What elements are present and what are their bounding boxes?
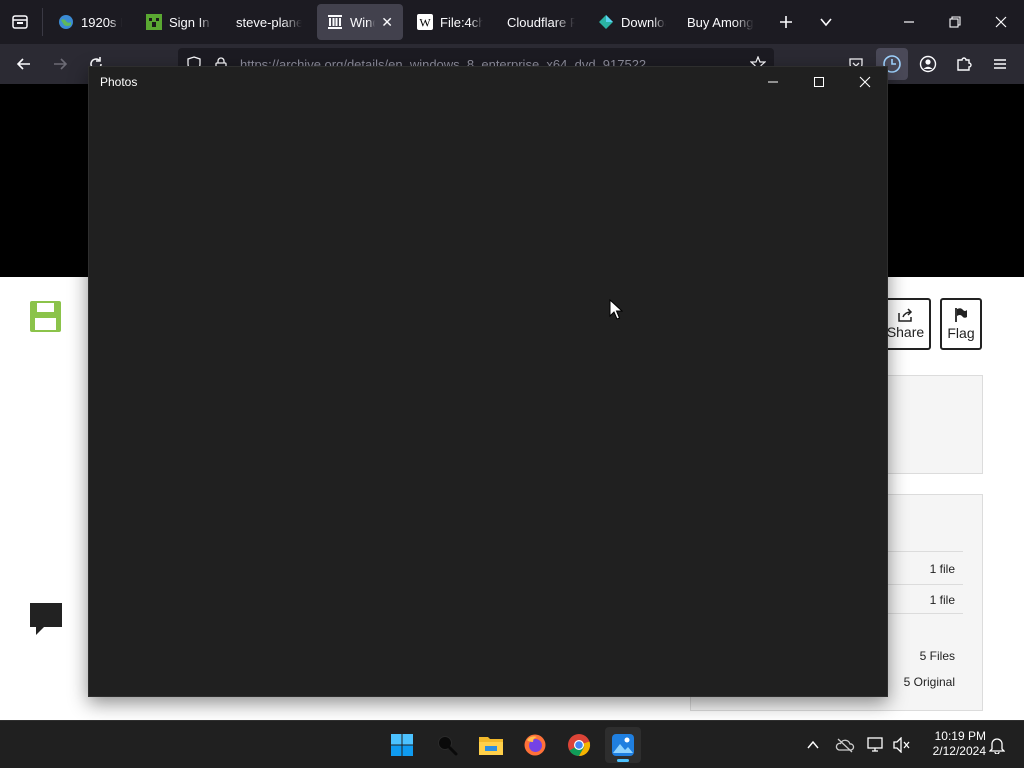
notifications-button[interactable] <box>987 735 1007 755</box>
browser-close-button[interactable] <box>989 10 1013 34</box>
back-button[interactable] <box>12 52 36 76</box>
tab-label: Downloa <box>621 14 666 30</box>
original-files-link[interactable]: 5 Original <box>904 675 955 689</box>
account-button[interactable] <box>916 52 940 76</box>
tab-sign-in[interactable]: Sign In o <box>136 4 222 40</box>
download-file-count[interactable]: 1 file <box>930 593 955 607</box>
tab-label: Buy Among <box>687 14 754 30</box>
firefox-icon <box>524 734 546 756</box>
firefox-view-icon <box>12 15 28 29</box>
clock-date: 2/12/2024 <box>932 744 986 758</box>
download-file-count[interactable]: 1 file <box>930 562 955 576</box>
file-explorer-icon <box>479 737 503 755</box>
show-all-files-link[interactable]: 5 Files <box>920 649 955 663</box>
browser-tab-bar: 1920s Ro Sign In o steve-planeti Windo ✕… <box>0 0 1024 44</box>
onedrive-offline-icon <box>835 738 855 753</box>
share-label: Share <box>886 324 925 340</box>
flag-button[interactable]: Flag <box>940 298 982 350</box>
close-icon <box>995 16 1007 28</box>
taskbar-chrome[interactable] <box>561 727 597 763</box>
chevron-up-icon <box>807 740 819 749</box>
photos-minimize-button[interactable] <box>750 67 796 97</box>
network-icon <box>867 737 883 752</box>
speaker-muted-icon <box>893 737 910 753</box>
search-icon <box>438 736 458 756</box>
share-icon <box>897 308 912 322</box>
clock-time: 10:19 PM <box>934 729 986 743</box>
wikipedia-icon: W <box>417 14 433 30</box>
start-icon <box>391 734 413 756</box>
account-icon <box>919 55 937 73</box>
minimize-icon <box>904 21 914 23</box>
tab-steve-planet[interactable]: steve-planeti <box>226 4 312 40</box>
flag-label: Flag <box>947 325 975 341</box>
globe-icon <box>58 14 74 30</box>
browser-minimize-button[interactable] <box>897 10 921 34</box>
comment-icon[interactable] <box>28 601 64 637</box>
plus-icon <box>780 16 792 28</box>
tab-cloudflare[interactable]: Cloudflare R <box>497 4 585 40</box>
system-clock[interactable]: 10:19 PM 2/12/2024 <box>920 729 986 759</box>
photos-window[interactable]: Photos <box>88 66 888 697</box>
photos-maximize-button[interactable] <box>796 67 842 97</box>
taskbar-firefox[interactable] <box>517 727 553 763</box>
volume-tray[interactable] <box>892 735 912 755</box>
item-info-panel <box>880 375 983 474</box>
forward-button[interactable] <box>48 52 72 76</box>
taskbar: 10:19 PM 2/12/2024 <box>0 720 1024 768</box>
active-app-indicator <box>617 759 629 762</box>
taskbar-photos[interactable] <box>605 727 641 763</box>
onedrive-tray[interactable] <box>835 735 855 755</box>
photos-window-title: Photos <box>100 75 138 89</box>
tab-label: Windo <box>350 14 375 30</box>
mouse-cursor-icon <box>609 299 623 320</box>
minecraft-icon <box>146 14 162 30</box>
arrow-left-icon <box>16 58 30 70</box>
tab-label: steve-planeti <box>236 14 302 30</box>
close-icon <box>859 76 871 88</box>
tab-file-4chan[interactable]: W File:4cha <box>407 4 493 40</box>
arrow-right-icon <box>54 58 68 70</box>
taskbar-file-explorer[interactable] <box>473 727 509 763</box>
minimize-icon <box>768 81 778 83</box>
photos-icon <box>612 734 634 756</box>
tab-buy-among-us[interactable]: Buy Among <box>677 4 765 40</box>
tab-label: Sign In o <box>169 14 212 30</box>
new-tab-button[interactable] <box>774 10 798 34</box>
photos-close-button[interactable] <box>842 67 888 97</box>
hamburger-icon <box>994 59 1006 69</box>
archive-icon <box>327 14 343 30</box>
save-icon[interactable] <box>29 300 62 333</box>
chevron-down-icon <box>820 18 832 27</box>
tab-1920s[interactable]: 1920s Ro <box>48 4 132 40</box>
close-tab-icon[interactable]: ✕ <box>381 14 393 31</box>
tab-windows-archive[interactable]: Windo ✕ <box>317 4 403 40</box>
list-all-tabs-button[interactable] <box>814 10 838 34</box>
firefox-view-button[interactable] <box>8 10 32 34</box>
tab-download[interactable]: Downloa <box>588 4 676 40</box>
maximize-icon <box>814 77 824 87</box>
tab-label: Cloudflare R <box>507 14 575 30</box>
download-site-icon <box>598 14 614 30</box>
tab-label: 1920s Ro <box>81 14 122 30</box>
chrome-icon <box>568 734 591 757</box>
app-menu-button[interactable] <box>988 52 1012 76</box>
tab-label: File:4cha <box>440 14 483 30</box>
extensions-button[interactable] <box>952 52 976 76</box>
browser-restore-button[interactable] <box>943 10 967 34</box>
network-tray[interactable] <box>866 735 886 755</box>
show-hidden-icons-button[interactable] <box>803 735 823 755</box>
taskbar-search-button[interactable] <box>429 727 465 763</box>
svg-text:W: W <box>419 16 431 30</box>
restore-icon <box>949 16 961 28</box>
bell-icon <box>989 738 1005 754</box>
flag-icon <box>955 308 967 322</box>
start-button[interactable] <box>384 727 420 763</box>
puzzle-icon <box>957 57 972 71</box>
tab-separator <box>42 8 43 36</box>
